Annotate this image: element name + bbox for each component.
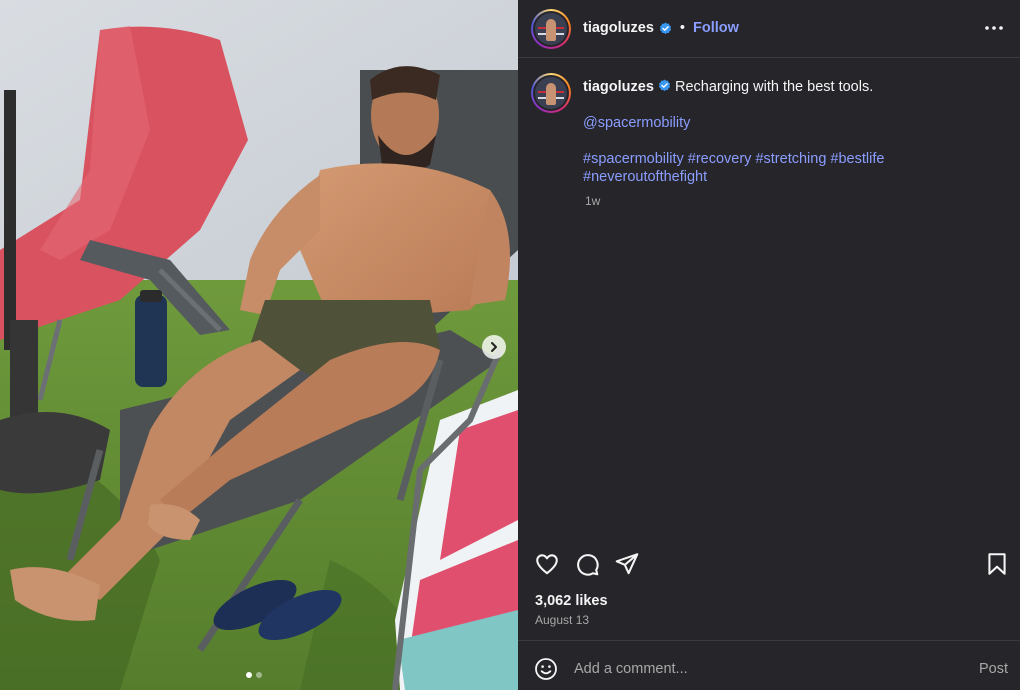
more-options-button[interactable]: [984, 20, 1004, 41]
more-horizontal-icon: [985, 26, 1003, 30]
header-user-line: tiagoluzes • Follow: [583, 20, 739, 36]
post-caption: tiagoluzes Recharging with the best tool…: [583, 78, 1003, 186]
caption-avatar[interactable]: [531, 73, 571, 113]
header-separator: •: [679, 20, 685, 36]
avatar-image: [535, 13, 567, 45]
caption-time-ago[interactable]: 1w: [585, 194, 600, 208]
post-comment-button[interactable]: Post: [979, 661, 1008, 677]
save-button[interactable]: [984, 551, 1010, 577]
caption-text: Recharging with the best tools.: [674, 79, 874, 95]
action-bar: [518, 547, 1020, 581]
caption-first-line: tiagoluzes Recharging with the best tool…: [583, 78, 1003, 96]
post-date[interactable]: August 13: [535, 613, 589, 627]
verified-badge-icon: [659, 22, 671, 34]
emoji-button[interactable]: [534, 657, 558, 681]
share-button[interactable]: [614, 551, 640, 577]
likes-count[interactable]: 3,062 likes: [535, 593, 608, 609]
carousel-indicator: [246, 672, 262, 678]
post-panel: tiagoluzes • Follow tiagoluzes Rechargin…: [518, 0, 1020, 690]
carousel-next-button[interactable]: [482, 335, 506, 359]
like-button[interactable]: [534, 551, 560, 577]
paper-plane-icon: [615, 553, 639, 575]
avatar-image: [535, 77, 567, 109]
post-photo: [0, 0, 518, 690]
author-avatar[interactable]: [531, 9, 571, 49]
caption-username[interactable]: tiagoluzes: [583, 79, 654, 95]
verified-badge-icon: [658, 79, 671, 92]
comment-input[interactable]: [574, 657, 954, 681]
comment-button[interactable]: [574, 551, 600, 577]
header-username[interactable]: tiagoluzes: [583, 20, 654, 36]
comment-icon: [577, 554, 599, 576]
carousel-dot: [256, 672, 262, 678]
follow-button[interactable]: Follow: [693, 20, 739, 36]
post-header: tiagoluzes • Follow: [518, 0, 1020, 58]
chevron-right-icon: [491, 342, 497, 352]
carousel-dot-active: [246, 672, 252, 678]
comment-bar: Post: [518, 640, 1020, 690]
bookmark-icon: [988, 553, 1006, 575]
post-media[interactable]: [0, 0, 518, 690]
emoji-icon: [535, 658, 557, 680]
caption-hashtags-line-2[interactable]: #neveroutofthefight: [583, 169, 707, 185]
caption-hashtags-line-1[interactable]: #spacermobility #recovery #stretching #b…: [583, 151, 884, 167]
caption-mention-link[interactable]: @spacermobility: [583, 115, 690, 131]
heart-icon: [536, 554, 558, 575]
